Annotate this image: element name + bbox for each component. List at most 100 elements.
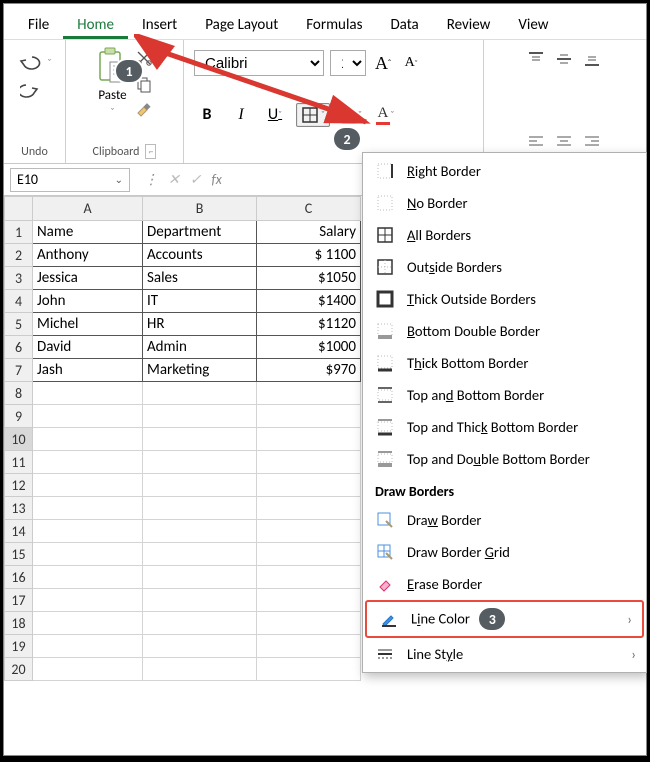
menu-outside-borders[interactable]: Outside Borders [363,251,646,283]
cell[interactable] [143,520,257,543]
cell[interactable]: Sales [143,267,257,290]
menu-all-borders[interactable]: All Borders [363,219,646,251]
formula-more-icon[interactable]: ⋮ [144,171,158,188]
menu-line-style[interactable]: Line Style › [363,638,646,670]
cell[interactable] [33,428,143,451]
menu-top-thick-bottom-border[interactable]: Top and Thick Bottom Border [363,411,646,443]
menu-draw-border[interactable]: Draw Border [363,504,646,536]
cancel-formula-icon[interactable]: ✕ [168,171,180,188]
menu-draw-border-grid[interactable]: Draw Border Grid [363,536,646,568]
cell[interactable] [143,474,257,497]
cell[interactable]: HR [143,313,257,336]
cell[interactable]: John [33,290,143,313]
align-right-icon[interactable] [583,133,603,153]
increase-font-icon[interactable]: Aˆ [372,52,394,74]
cell[interactable] [33,566,143,589]
cell[interactable] [257,428,361,451]
menu-thick-outside-borders[interactable]: Thick Outside Borders [363,283,646,315]
cell[interactable] [143,612,257,635]
borders-dropdown-icon[interactable]: ˇ [321,108,325,121]
tab-formulas[interactable]: Formulas [292,10,376,39]
cell[interactable]: $ 1100 [257,244,361,267]
tab-file[interactable]: File [14,10,63,39]
cell[interactable] [33,635,143,658]
cell[interactable] [257,405,361,428]
cell[interactable] [143,382,257,405]
col-header-b[interactable]: B [143,197,257,221]
cell[interactable] [257,474,361,497]
cell[interactable] [143,497,257,520]
menu-thick-bottom-border[interactable]: Thick Bottom Border [363,347,646,379]
menu-erase-border[interactable]: Erase Border [363,568,646,600]
row-header[interactable]: 15 [5,543,33,566]
row-header[interactable]: 3 [5,267,33,290]
cell[interactable]: Salary [257,221,361,244]
cell[interactable]: $1050 [257,267,361,290]
cell[interactable]: Anthony [33,244,143,267]
tab-data[interactable]: Data [376,10,432,39]
tab-insert[interactable]: Insert [128,10,191,39]
row-header[interactable]: 14 [5,520,33,543]
cell[interactable]: $1120 [257,313,361,336]
row-header[interactable]: 18 [5,612,33,635]
cell[interactable]: Jessica [33,267,143,290]
font-size-select[interactable]: 11 [330,50,366,76]
row-header[interactable]: 4 [5,290,33,313]
cell[interactable] [143,405,257,428]
menu-bottom-double-border[interactable]: Bottom Double Border [363,315,646,347]
font-name-select[interactable]: Calibri [194,50,324,76]
row-header[interactable]: 10 [5,428,33,451]
cell[interactable]: Department [143,221,257,244]
cell[interactable]: Name [33,221,143,244]
fx-icon[interactable]: fx [211,171,221,188]
cell[interactable] [257,658,361,681]
cell[interactable] [143,658,257,681]
cell[interactable]: IT [143,290,257,313]
cell[interactable] [33,474,143,497]
cell[interactable] [257,566,361,589]
cell[interactable]: Jash [33,359,143,382]
undo-button[interactable]: ˇ [17,52,53,72]
cell[interactable] [143,566,257,589]
cell[interactable] [257,382,361,405]
row-header[interactable]: 8 [5,382,33,405]
name-box[interactable]: E10 ⌄ [10,168,130,192]
cell[interactable] [257,451,361,474]
tab-review[interactable]: Review [433,10,505,39]
cell[interactable] [143,635,257,658]
borders-button[interactable]: ˇ [296,103,330,127]
font-color-button[interactable]: A ˇ [372,102,398,128]
menu-right-border[interactable]: Right Border [363,155,646,187]
cell[interactable] [143,543,257,566]
cell[interactable]: $970 [257,359,361,382]
align-middle-icon[interactable] [555,50,575,70]
cell[interactable] [33,451,143,474]
row-header[interactable]: 5 [5,313,33,336]
cell[interactable] [33,543,143,566]
row-header[interactable]: 11 [5,451,33,474]
paste-label[interactable]: Paste [98,88,126,103]
cell[interactable] [143,428,257,451]
cell[interactable] [257,612,361,635]
select-all-corner[interactable] [5,197,33,221]
row-header[interactable]: 1 [5,221,33,244]
cell[interactable] [33,589,143,612]
cell[interactable]: Admin [143,336,257,359]
row-header[interactable]: 7 [5,359,33,382]
align-center-icon[interactable] [555,133,575,153]
row-header[interactable]: 19 [5,635,33,658]
menu-line-color[interactable]: Line Color 3 › [365,600,644,638]
col-header-c[interactable]: C [257,197,361,221]
menu-no-border[interactable]: No Border [363,187,646,219]
decrease-font-icon[interactable]: Aˇ [400,52,422,74]
cell[interactable]: Marketing [143,359,257,382]
italic-button[interactable]: I [228,102,254,128]
menu-top-double-bottom-border[interactable]: Top and Double Bottom Border [363,443,646,475]
cell[interactable]: Accounts [143,244,257,267]
cell[interactable] [257,635,361,658]
cell[interactable] [143,589,257,612]
align-top-icon[interactable] [527,50,547,70]
underline-button[interactable]: U ˇ [262,102,288,128]
row-header[interactable]: 9 [5,405,33,428]
paste-dropdown[interactable]: ˇ [111,105,115,118]
